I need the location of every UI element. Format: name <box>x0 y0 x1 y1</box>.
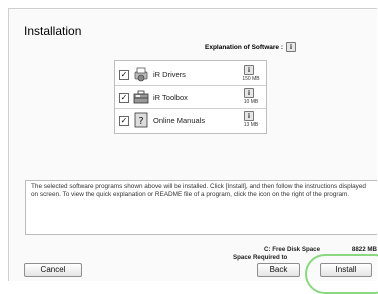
size-label: 150 MB <box>242 76 260 82</box>
info-icon[interactable]: i <box>286 42 297 52</box>
software-row-ir-drivers: ✓ iR Drivers i 150 MB <box>115 63 266 86</box>
explanation-header: Explanation of Software : i <box>205 42 297 52</box>
page-title: Installation <box>24 24 82 38</box>
description-box: The selected software programs shown abo… <box>25 180 377 235</box>
installer-panel <box>8 8 377 281</box>
size-column: i 13 MB <box>237 109 265 131</box>
software-label: iR Toolbox <box>153 93 188 102</box>
checkbox-ir-toolbox[interactable]: ✓ <box>119 93 129 103</box>
manual-book-icon: ? <box>134 112 148 128</box>
free-disk-space: C: Free Disk Space 8822 MB <box>264 246 378 253</box>
printer-driver-icon <box>134 67 148 82</box>
software-list: ✓ iR Drivers i 150 MB ✓ iR Toolbox i 10 … <box>114 60 267 134</box>
software-label: Online Manuals <box>153 116 206 125</box>
free-disk-value: 8822 MB <box>351 246 377 253</box>
back-button[interactable]: Back <box>257 263 300 277</box>
explanation-label: Explanation of Software : <box>205 43 284 51</box>
cancel-button[interactable]: Cancel <box>24 263 82 277</box>
software-row-online-manuals: ✓ ? Online Manuals i 13 MB <box>115 109 266 131</box>
install-button[interactable]: Install <box>320 263 372 277</box>
free-disk-label: C: Free Disk Space <box>264 246 321 253</box>
checkbox-online-manuals[interactable]: ✓ <box>119 116 129 126</box>
software-row-ir-toolbox: ✓ iR Toolbox i 10 MB <box>115 86 266 109</box>
checkbox-ir-drivers[interactable]: ✓ <box>119 70 129 80</box>
size-label: 10 MB <box>243 99 259 105</box>
software-label: iR Drivers <box>153 70 186 79</box>
toolbox-icon <box>133 90 149 104</box>
info-icon[interactable]: i <box>244 88 254 98</box>
svg-text:?: ? <box>138 116 143 127</box>
size-column: i 150 MB <box>237 63 265 85</box>
space-required-label: Space Required to <box>233 254 288 261</box>
size-column: i 10 MB <box>237 86 265 108</box>
size-label: 13 MB <box>243 122 259 128</box>
info-icon[interactable]: i <box>244 65 254 75</box>
info-icon[interactable]: i <box>244 111 254 121</box>
